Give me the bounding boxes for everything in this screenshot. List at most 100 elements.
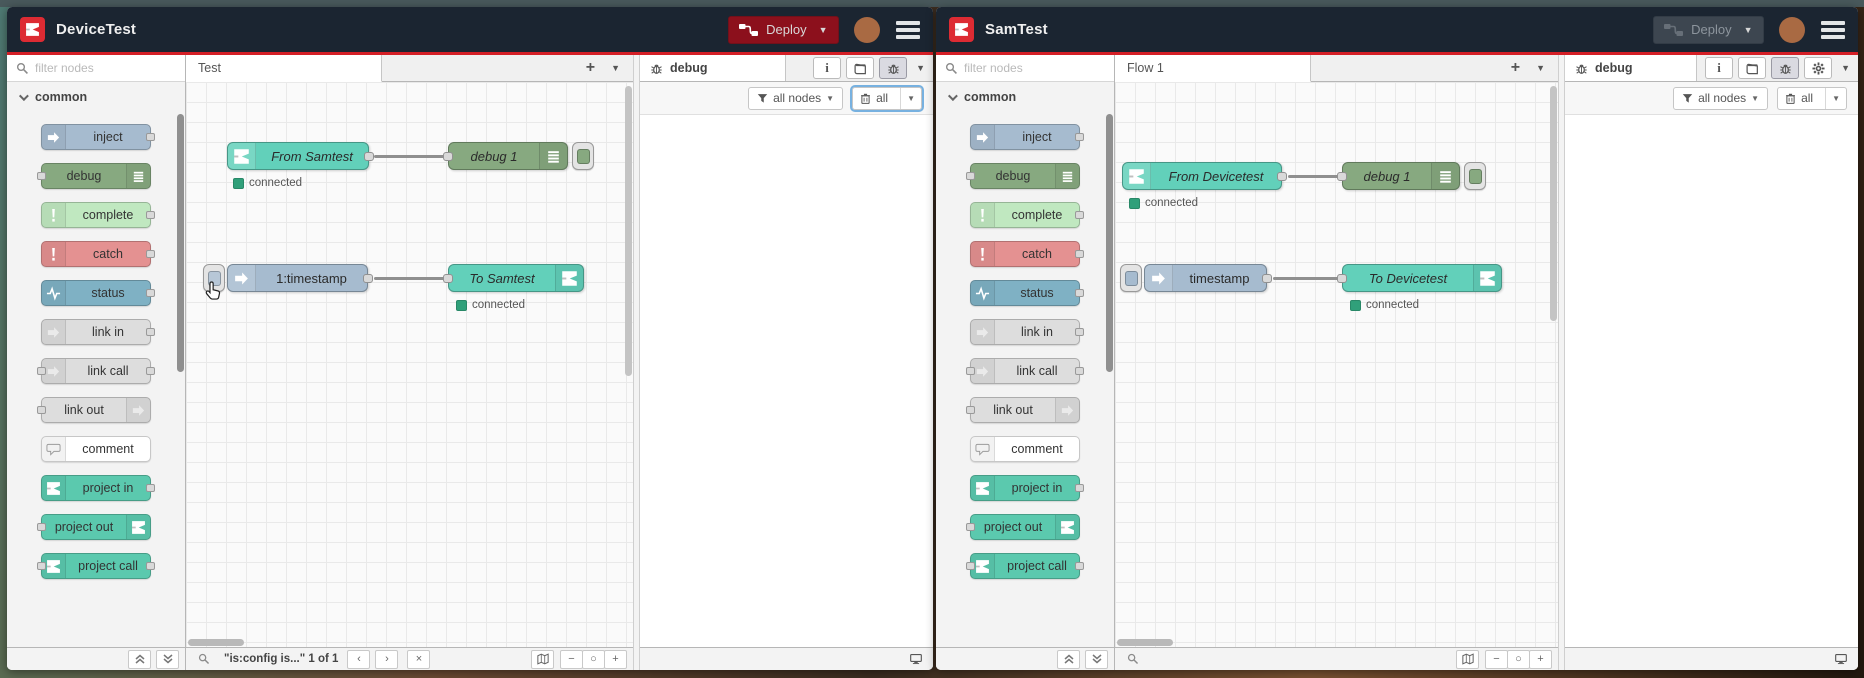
tab-debug[interactable]: debug bbox=[640, 55, 786, 81]
zoom-out-button[interactable]: − bbox=[560, 649, 583, 669]
canvas-horizontal-scrollbar[interactable] bbox=[188, 639, 244, 646]
palette-node-link-call[interactable]: link call bbox=[37, 358, 155, 384]
debug-message-list[interactable] bbox=[640, 115, 933, 647]
flow-node-debug-1[interactable]: debug 1 bbox=[1337, 162, 1486, 190]
debug-message-list[interactable] bbox=[1565, 115, 1858, 647]
tab-debug[interactable]: debug bbox=[1565, 55, 1698, 81]
node-output-port[interactable] bbox=[1262, 274, 1272, 283]
palette-node-project-out[interactable]: project out bbox=[37, 514, 151, 540]
canvas-horizontal-scrollbar[interactable] bbox=[1117, 639, 1173, 646]
palette-node-status[interactable]: status bbox=[41, 280, 155, 306]
node-output-port[interactable] bbox=[1277, 172, 1287, 181]
debug-toggle-button[interactable] bbox=[572, 142, 594, 170]
add-flow-button[interactable]: + bbox=[586, 59, 595, 77]
node-output-port[interactable] bbox=[364, 152, 374, 161]
zoom-out-button[interactable]: − bbox=[1485, 649, 1508, 669]
node-input-port[interactable] bbox=[1337, 274, 1347, 283]
panel-splitter[interactable] bbox=[633, 55, 640, 670]
node-input-port[interactable] bbox=[1337, 172, 1347, 181]
clear-dropdown[interactable]: ▼ bbox=[1825, 87, 1846, 109]
flow-list-dropdown[interactable]: ▼ bbox=[1536, 63, 1545, 73]
debug-messages-button[interactable] bbox=[1771, 57, 1800, 79]
scroll-down-button[interactable] bbox=[1085, 649, 1108, 669]
tab-flow-1[interactable]: Flow 1 bbox=[1115, 55, 1311, 82]
search-prev-button[interactable]: ‹ bbox=[347, 649, 371, 669]
info-button[interactable]: i bbox=[813, 57, 842, 79]
navigator-button[interactable] bbox=[1456, 649, 1479, 669]
palette-node-debug[interactable]: debug bbox=[966, 163, 1080, 189]
palette-scrollbar[interactable] bbox=[1106, 114, 1113, 372]
inject-button[interactable] bbox=[1120, 264, 1142, 292]
sidebar-dropdown[interactable]: ▼ bbox=[1841, 63, 1850, 73]
main-menu-button[interactable] bbox=[896, 20, 920, 39]
deploy-dropdown-arrow[interactable]: ▼ bbox=[1744, 25, 1753, 35]
flow-node-from-samtest[interactable]: From Samtest bbox=[227, 142, 374, 170]
flow-node-timestamp[interactable]: 1:timestamp bbox=[203, 264, 373, 292]
debug-toggle-button[interactable] bbox=[1464, 162, 1486, 190]
palette-node-status[interactable]: status bbox=[970, 280, 1084, 306]
palette-node-link-in[interactable]: link in bbox=[41, 319, 155, 345]
palette-node-comment[interactable]: comment bbox=[41, 436, 151, 462]
palette-node-link-in[interactable]: link in bbox=[970, 319, 1084, 345]
palette-node-link-out[interactable]: link out bbox=[37, 397, 151, 423]
palette-node-comment[interactable]: comment bbox=[970, 436, 1080, 462]
search-icon[interactable] bbox=[1121, 650, 1144, 669]
clear-messages-button[interactable]: all ▼ bbox=[850, 84, 924, 112]
flow-node-timestamp[interactable]: timestamp bbox=[1120, 264, 1272, 292]
panel-splitter[interactable] bbox=[1558, 55, 1565, 670]
zoom-reset-button[interactable]: ○ bbox=[582, 649, 605, 669]
search-next-button[interactable]: › bbox=[375, 649, 399, 669]
flow-node-debug-1[interactable]: debug 1 bbox=[443, 142, 594, 170]
flow-list-dropdown[interactable]: ▼ bbox=[611, 63, 620, 73]
flow-node-to-samtest[interactable]: To Samtest bbox=[443, 264, 584, 292]
palette-node-link-out[interactable]: link out bbox=[966, 397, 1080, 423]
navigator-button[interactable] bbox=[531, 649, 554, 669]
flow-node-to-devicetest[interactable]: To Devicetest bbox=[1337, 264, 1502, 292]
palette-node-project-call[interactable]: project call bbox=[37, 553, 155, 579]
clear-messages-button[interactable]: all ▼ bbox=[1777, 86, 1847, 110]
palette-category-common[interactable]: common bbox=[7, 82, 185, 112]
node-output-port[interactable] bbox=[363, 274, 373, 283]
flow-node-from-devicetest[interactable]: From Devicetest bbox=[1122, 162, 1287, 190]
palette-node-complete[interactable]: complete bbox=[41, 202, 155, 228]
palette-node-project-in[interactable]: project in bbox=[970, 475, 1084, 501]
wire[interactable] bbox=[1273, 277, 1342, 280]
node-input-port[interactable] bbox=[443, 274, 453, 283]
palette-node-project-call[interactable]: project call bbox=[966, 553, 1084, 579]
deploy-button[interactable]: Deploy ▼ bbox=[728, 15, 839, 44]
palette-node-project-out[interactable]: project out bbox=[966, 514, 1080, 540]
palette-node-debug[interactable]: debug bbox=[37, 163, 151, 189]
debug-messages-button[interactable] bbox=[879, 57, 908, 79]
zoom-in-button[interactable]: + bbox=[604, 649, 627, 669]
palette-node-complete[interactable]: complete bbox=[970, 202, 1084, 228]
palette-node-catch[interactable]: catch bbox=[41, 241, 155, 267]
deploy-button[interactable]: Deploy ▼ bbox=[1653, 15, 1764, 44]
palette-node-catch[interactable]: catch bbox=[970, 241, 1084, 267]
palette-node-inject[interactable]: inject bbox=[970, 124, 1084, 150]
clear-dropdown[interactable]: ▼ bbox=[900, 87, 921, 109]
scroll-up-button[interactable] bbox=[128, 649, 151, 669]
palette-category-common[interactable]: common bbox=[936, 82, 1114, 112]
settings-button[interactable] bbox=[1804, 57, 1833, 79]
filter-nodes-button[interactable]: all nodes ▼ bbox=[1673, 86, 1769, 110]
canvas-vertical-scrollbar[interactable] bbox=[625, 86, 632, 376]
wire[interactable] bbox=[374, 277, 448, 280]
flow-canvas[interactable]: From Devicetest debug 1 connected timest… bbox=[1115, 82, 1558, 647]
tab-test[interactable]: Test bbox=[186, 55, 382, 82]
search-close-button[interactable]: × bbox=[407, 649, 431, 669]
scroll-up-button[interactable] bbox=[1057, 649, 1080, 669]
scroll-down-button[interactable] bbox=[156, 649, 179, 669]
user-menu[interactable]: s bbox=[854, 16, 880, 43]
sidebar-dropdown[interactable]: ▼ bbox=[916, 63, 925, 73]
library-button[interactable] bbox=[846, 57, 875, 79]
canvas-vertical-scrollbar[interactable] bbox=[1550, 86, 1557, 321]
info-button[interactable]: i bbox=[1705, 57, 1734, 79]
filter-nodes-button[interactable]: all nodes ▼ bbox=[748, 86, 844, 110]
user-menu[interactable]: s bbox=[1779, 16, 1805, 43]
main-menu-button[interactable] bbox=[1821, 20, 1845, 39]
palette-node-project-in[interactable]: project in bbox=[41, 475, 155, 501]
palette-search[interactable]: filter nodes bbox=[7, 55, 185, 82]
palette-node-link-call[interactable]: link call bbox=[966, 358, 1084, 384]
wire[interactable] bbox=[1288, 175, 1342, 178]
zoom-reset-button[interactable]: ○ bbox=[1507, 649, 1530, 669]
